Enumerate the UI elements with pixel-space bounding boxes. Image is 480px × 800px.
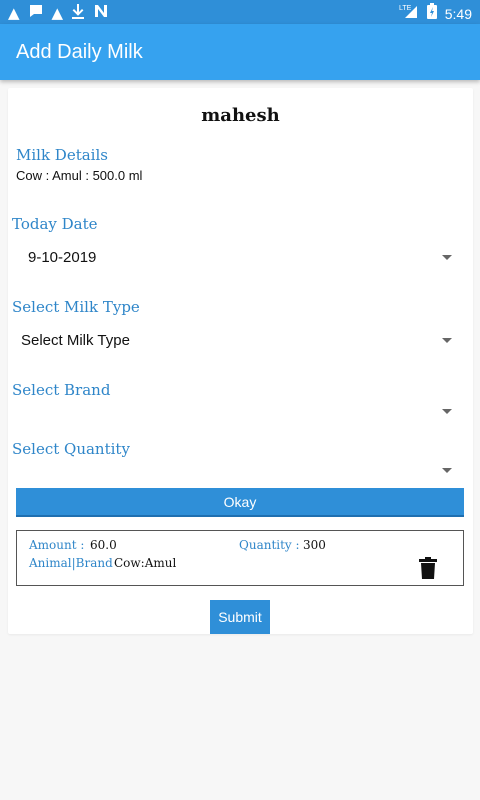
milk-type-label: Select Milk Type <box>12 298 140 316</box>
system-icons: LTE 5:49 <box>399 3 472 24</box>
amount-value: 60.0 <box>90 538 117 552</box>
quantity-entry-value: 300 <box>303 538 326 552</box>
dropdown-arrow-icon <box>442 409 452 414</box>
notification-icons: ▲ ▲ <box>8 3 109 23</box>
status-bar: ▲ ▲ LTE 5:49 <box>0 0 480 24</box>
signal-icon: LTE <box>399 3 419 24</box>
chat-icon <box>28 3 44 23</box>
dropdown-arrow-icon <box>442 338 452 343</box>
network-type: LTE <box>399 5 412 12</box>
warning-icon: ▲ <box>51 4 64 22</box>
delete-icon[interactable] <box>419 557 437 579</box>
submit-button[interactable]: Submit <box>210 600 270 634</box>
form-card: mahesh Milk Details Cow : Amul : 500.0 m… <box>8 88 473 634</box>
animal-brand-value: Cow:Amul <box>114 556 177 570</box>
user-name: mahesh <box>201 105 280 126</box>
milk-details-value: Cow : Amul : 500.0 ml <box>16 168 143 183</box>
okay-button[interactable]: Okay <box>16 488 464 517</box>
quantity-spinner[interactable] <box>12 454 464 488</box>
milk-details-label: Milk Details <box>16 146 108 164</box>
milk-entry-item: Amount : 60.0 Quantity : 300 Animal|Bran… <box>16 530 464 586</box>
quantity-entry-label: Quantity : <box>239 538 300 552</box>
warning-icon: ▲ <box>8 4 20 22</box>
page-title: Add Daily Milk <box>16 41 143 63</box>
dropdown-arrow-icon <box>442 468 452 473</box>
battery-icon <box>426 3 437 24</box>
app-bar: Add Daily Milk <box>0 24 480 80</box>
dropdown-arrow-icon <box>442 255 452 260</box>
date-spinner-value: 9-10-2019 <box>28 249 97 266</box>
amount-label: Amount : <box>29 538 85 552</box>
brand-spinner[interactable] <box>12 395 464 429</box>
n-icon <box>93 3 109 23</box>
download-icon <box>71 3 85 23</box>
status-time: 5:49 <box>444 5 472 22</box>
milk-type-spinner-value: Select Milk Type <box>21 332 130 349</box>
milk-type-spinner[interactable]: Select Milk Type <box>12 324 464 358</box>
animal-brand-label: Animal|Brand <box>29 556 113 570</box>
today-date-label: Today Date <box>12 215 98 233</box>
date-spinner[interactable]: 9-10-2019 <box>12 241 464 275</box>
